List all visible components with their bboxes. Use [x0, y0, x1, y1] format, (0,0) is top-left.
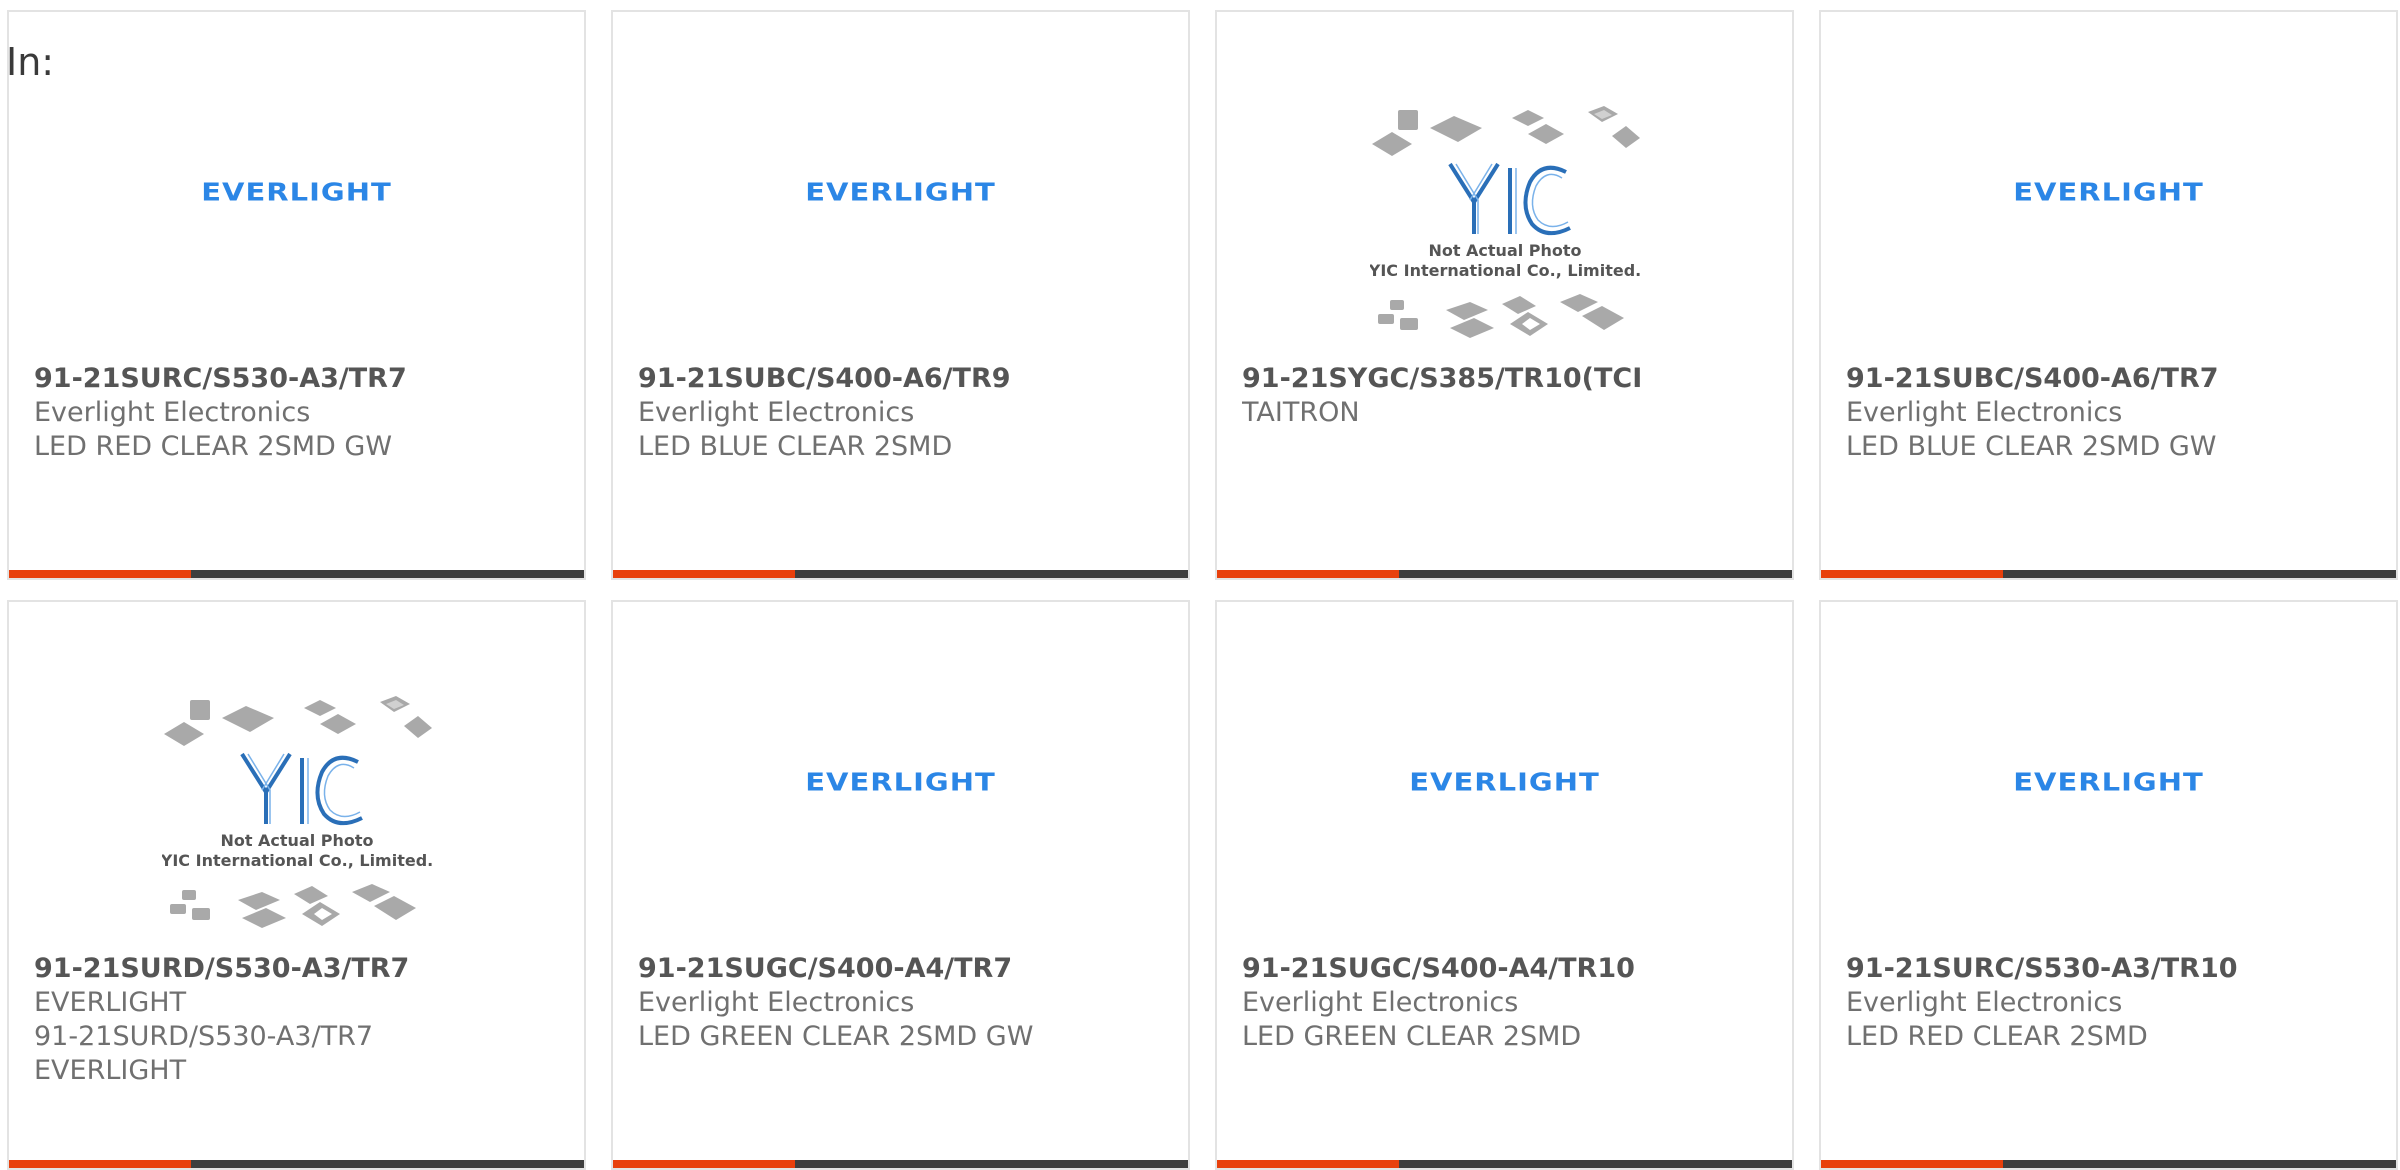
in-label: In:	[6, 40, 55, 84]
product-card[interactable]: EVERLIGHT 91-21SUBC/S400-A6/TR7 Everlight …	[1819, 10, 2398, 580]
product-info: 91-21SUGC/S400-A4/TR10 Everlight Electron…	[1242, 952, 1782, 1054]
product-image[interactable]: EVERLIGHT	[1821, 752, 2396, 812]
product-image[interactable]: Not Actual Photo YIC International Co., …	[1217, 96, 1792, 356]
everlight-logo: EVERLIGHT	[1409, 767, 1600, 797]
part-number[interactable]: 91-21SURD/S530-A3/TR7	[34, 952, 574, 986]
product-description: LED BLUE CLEAR 2SMD	[638, 431, 953, 462]
manufacturer-name: EVERLIGHT	[34, 987, 187, 1018]
manufacturer-name: Everlight Electronics	[1846, 397, 2123, 428]
product-image[interactable]: Not Actual Photo YIC International Co., …	[9, 686, 584, 946]
product-card[interactable]: EVERLIGHT 91-21SUBC/S400-A6/TR9 Everlight …	[611, 10, 1190, 580]
part-number[interactable]: 91-21SUGC/S400-A4/TR7	[638, 952, 1178, 986]
manufacturer-name: Everlight Electronics	[1242, 987, 1519, 1018]
product-card[interactable]: Not Actual Photo YIC International Co., …	[1215, 10, 1794, 580]
yic-placeholder-image: Not Actual Photo YIC International Co., …	[1370, 106, 1640, 338]
product-description: 91-21SURD/S530-A3/TR7	[34, 1021, 374, 1052]
yic-placeholder-image: Not Actual Photo YIC International Co., …	[162, 696, 432, 928]
product-description: EVERLIGHT	[34, 1055, 187, 1086]
manufacturer-name: Everlight Electronics	[638, 397, 915, 428]
part-number[interactable]: 91-21SURC/S530-A3/TR10	[1846, 952, 2386, 986]
part-number[interactable]: 91-21SUBC/S400-A6/TR9	[638, 362, 1178, 396]
product-info: 91-21SUGC/S400-A4/TR7 Everlight Electroni…	[638, 952, 1178, 1054]
card-bottom-bar	[1821, 570, 2396, 578]
card-bottom-bar	[1217, 570, 1792, 578]
product-info: 91-21SYGC/S385/TR10(TCI TAITRON	[1242, 362, 1782, 430]
manufacturer-name: TAITRON	[1242, 397, 1360, 428]
product-image[interactable]: EVERLIGHT	[613, 752, 1188, 812]
yic-caption-line: YIC International Co., Limited.	[1370, 261, 1640, 280]
product-card[interactable]: EVERLIGHT 91-21SURC/S530-A3/TR10 Everlight…	[1819, 600, 2398, 1170]
product-description: LED GREEN CLEAR 2SMD	[1242, 1021, 1582, 1052]
everlight-logo: EVERLIGHT	[2013, 767, 2204, 797]
manufacturer-name: Everlight Electronics	[34, 397, 311, 428]
card-bottom-bar	[613, 570, 1188, 578]
part-number[interactable]: 91-21SUBC/S400-A6/TR7	[1846, 362, 2386, 396]
everlight-logo: EVERLIGHT	[805, 177, 996, 207]
product-info: 91-21SURC/S530-A3/TR10 Everlight Electron…	[1846, 952, 2386, 1054]
part-number[interactable]: 91-21SYGC/S385/TR10(TCI	[1242, 362, 1782, 396]
yic-caption-line: YIC International Co., Limited.	[162, 851, 432, 870]
card-accent-bar	[613, 570, 795, 578]
product-card[interactable]: EVERLIGHT 91-21SUGC/S400-A4/TR7 Everlight …	[611, 600, 1190, 1170]
manufacturer-name: Everlight Electronics	[1846, 987, 2123, 1018]
card-accent-bar	[1821, 570, 2003, 578]
product-description: LED RED CLEAR 2SMD GW	[34, 431, 393, 462]
product-image[interactable]: EVERLIGHT	[1821, 162, 2396, 222]
product-info: 91-21SUBC/S400-A6/TR7 Everlight Electroni…	[1846, 362, 2386, 464]
product-description: LED RED CLEAR 2SMD	[1846, 1021, 2148, 1052]
manufacturer-name: Everlight Electronics	[638, 987, 915, 1018]
yic-caption-line: Not Actual Photo	[1428, 241, 1581, 260]
card-bottom-bar	[9, 570, 584, 578]
product-grid: In: EVERLIGHT 91-21SURC/S530-A3/TR7 Everli…	[0, 0, 2400, 1170]
product-description: LED GREEN CLEAR 2SMD GW	[638, 1021, 1034, 1052]
part-number[interactable]: 91-21SUGC/S400-A4/TR10	[1242, 952, 1782, 986]
everlight-logo: EVERLIGHT	[805, 767, 996, 797]
product-image[interactable]: EVERLIGHT	[613, 162, 1188, 222]
everlight-logo: EVERLIGHT	[201, 177, 392, 207]
part-number[interactable]: 91-21SURC/S530-A3/TR7	[34, 362, 574, 396]
product-card[interactable]: Not Actual Photo YIC International Co., …	[7, 600, 586, 1170]
card-accent-bar	[9, 570, 191, 578]
product-card[interactable]: EVERLIGHT 91-21SURC/S530-A3/TR7 Everlight …	[7, 10, 586, 580]
product-info: 91-21SUBC/S400-A6/TR9 Everlight Electroni…	[638, 362, 1178, 464]
product-card[interactable]: EVERLIGHT 91-21SUGC/S400-A4/TR10 Everlight…	[1215, 600, 1794, 1170]
product-image[interactable]: EVERLIGHT	[9, 162, 584, 222]
product-info: 91-21SURC/S530-A3/TR7 Everlight Electroni…	[34, 362, 574, 464]
product-info: 91-21SURD/S530-A3/TR7 EVERLIGHT 91-21SURD/…	[34, 952, 574, 1088]
everlight-logo: EVERLIGHT	[2013, 177, 2204, 207]
product-image[interactable]: EVERLIGHT	[1217, 752, 1792, 812]
yic-caption-line: Not Actual Photo	[220, 831, 373, 850]
card-accent-bar	[1217, 570, 1399, 578]
product-description: LED BLUE CLEAR 2SMD GW	[1846, 431, 2217, 462]
